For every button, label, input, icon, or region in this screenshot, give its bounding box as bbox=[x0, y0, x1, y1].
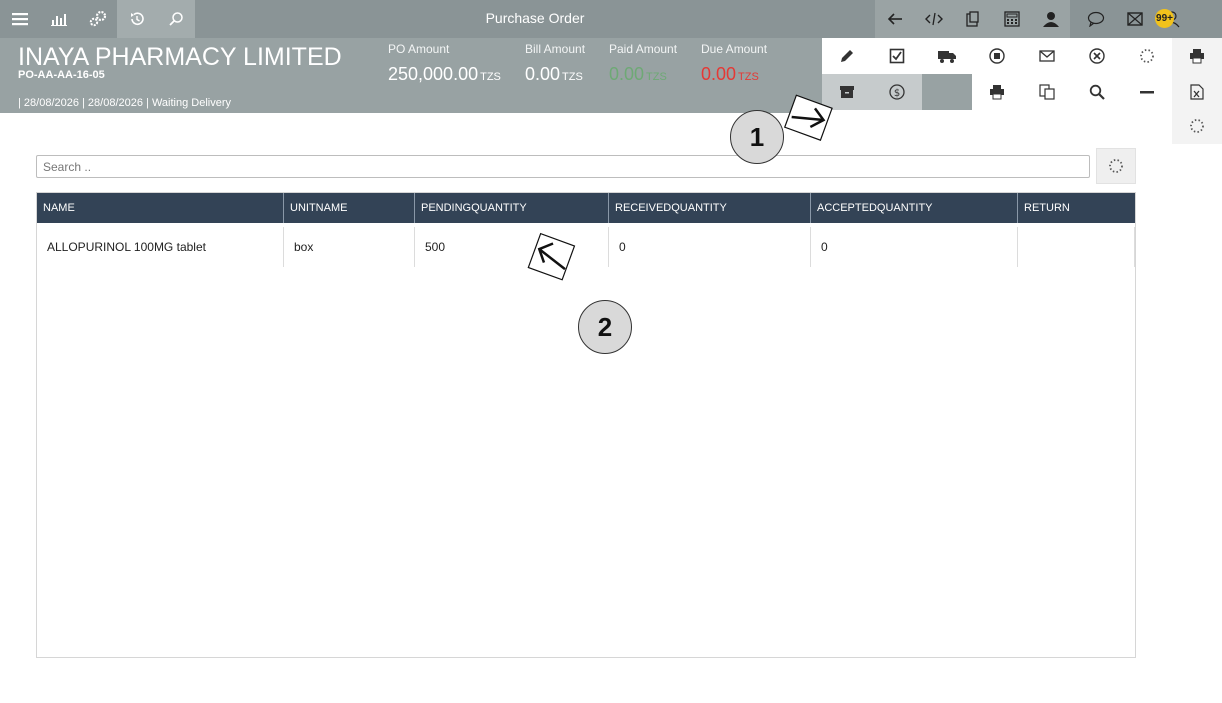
empty-action-slot bbox=[922, 74, 972, 110]
print-document-icon[interactable] bbox=[972, 74, 1022, 110]
top-toolbar: Purchase Order bbox=[0, 0, 1222, 38]
column-header-unitname[interactable]: UNITNAME bbox=[284, 193, 415, 223]
loading-spinner-icon bbox=[1109, 159, 1123, 173]
paid-amount-currency: TZS bbox=[646, 71, 667, 83]
column-header-return[interactable]: RETURN bbox=[1018, 193, 1135, 223]
due-amount-label: Due Amount bbox=[701, 42, 768, 56]
po-items-table: NAME UNITNAME PENDINGQUANTITY RECEIVEDQU… bbox=[36, 192, 1136, 658]
notification-badge[interactable]: 99+ bbox=[1155, 9, 1174, 28]
print-icon[interactable] bbox=[1172, 38, 1222, 74]
arrow-left-icon bbox=[527, 232, 576, 281]
settings-gears-icon[interactable] bbox=[78, 0, 117, 38]
bill-amount-value: 0.00 bbox=[525, 64, 561, 84]
search-icon[interactable] bbox=[156, 0, 195, 38]
po-amount: PO Amount 250,000.00 TZS bbox=[388, 42, 501, 85]
approve-checkbox-icon[interactable] bbox=[872, 38, 922, 74]
clipboard-icon[interactable] bbox=[953, 0, 992, 38]
search-bar bbox=[36, 155, 1090, 178]
page-title: Purchase Order bbox=[485, 10, 585, 26]
user-support-icon[interactable] bbox=[1031, 0, 1070, 38]
company-name: INAYA PHARMACY LIMITED bbox=[18, 43, 342, 71]
excel-export-icon[interactable] bbox=[1172, 74, 1222, 110]
stop-icon[interactable] bbox=[972, 38, 1022, 74]
cell-return[interactable] bbox=[1018, 227, 1135, 267]
table-row[interactable]: ALLOPURINOL 100MG tablet box 500 0 0 bbox=[37, 227, 1135, 267]
toolbar-right-group bbox=[875, 0, 1070, 38]
paid-amount: Paid Amount 0.00 TZS bbox=[609, 42, 677, 85]
refresh-spinner-icon[interactable] bbox=[1172, 108, 1222, 144]
history-icon[interactable] bbox=[117, 0, 156, 38]
cell-unitname: box bbox=[284, 227, 415, 267]
back-arrow-icon[interactable] bbox=[875, 0, 914, 38]
cell-name: ALLOPURINOL 100MG tablet bbox=[37, 227, 284, 267]
cell-accepted-quantity[interactable]: 0 bbox=[811, 227, 1018, 267]
po-header: INAYA PHARMACY LIMITED PO-AA-AA-16-05 | … bbox=[0, 38, 822, 113]
search-input[interactable] bbox=[36, 155, 1090, 178]
svg-text:$: $ bbox=[894, 88, 900, 99]
callout-1: 1 bbox=[730, 110, 784, 164]
chat-icon[interactable] bbox=[1076, 0, 1115, 38]
po-amount-value: 250,000.00 bbox=[388, 64, 479, 84]
minus-icon[interactable] bbox=[1122, 74, 1172, 110]
email-icon[interactable] bbox=[1022, 38, 1072, 74]
search-magnifier-icon[interactable] bbox=[1072, 74, 1122, 110]
po-meta: | 28/08/2026 | 28/08/2026 | Waiting Deli… bbox=[18, 97, 232, 109]
callout-2: 2 bbox=[578, 300, 632, 354]
delivery-truck-icon[interactable] bbox=[922, 38, 972, 74]
edit-icon[interactable] bbox=[822, 38, 872, 74]
due-amount: Due Amount 0.00 TZS bbox=[701, 42, 767, 85]
due-amount-currency: TZS bbox=[738, 71, 759, 83]
mail-icon[interactable] bbox=[1115, 0, 1154, 38]
calculator-icon[interactable] bbox=[992, 0, 1031, 38]
loading-spinner-icon[interactable] bbox=[1122, 38, 1172, 74]
cancel-circle-icon[interactable] bbox=[1072, 38, 1122, 74]
po-amount-currency: TZS bbox=[480, 71, 501, 83]
column-header-name[interactable]: NAME bbox=[37, 193, 284, 223]
bill-amount-label: Bill Amount bbox=[525, 42, 586, 56]
cell-received-quantity[interactable]: 0 bbox=[609, 227, 811, 267]
dollar-icon[interactable]: $ bbox=[872, 74, 922, 110]
cell-pending-quantity[interactable]: 500 bbox=[415, 227, 609, 267]
bar-chart-icon[interactable] bbox=[39, 0, 78, 38]
menu-icon[interactable] bbox=[0, 0, 39, 38]
column-header-receivedquantity[interactable]: RECEIVEDQUANTITY bbox=[609, 193, 811, 223]
column-header-pendingquantity[interactable]: PENDINGQUANTITY bbox=[415, 193, 609, 223]
po-amount-label: PO Amount bbox=[388, 42, 450, 56]
paid-amount-label: Paid Amount bbox=[609, 42, 678, 56]
paid-amount-value: 0.00 bbox=[609, 64, 645, 84]
table-header: NAME UNITNAME PENDINGQUANTITY RECEIVEDQU… bbox=[37, 193, 1135, 223]
refresh-button[interactable] bbox=[1096, 148, 1136, 184]
due-amount-value: 0.00 bbox=[701, 64, 737, 84]
bill-amount: Bill Amount 0.00 TZS bbox=[525, 42, 585, 85]
column-header-acceptedquantity[interactable]: ACCEPTEDQUANTITY bbox=[811, 193, 1018, 223]
copy-icon[interactable] bbox=[1022, 74, 1072, 110]
arrow-right-icon bbox=[783, 94, 833, 141]
code-icon[interactable] bbox=[914, 0, 953, 38]
bill-amount-currency: TZS bbox=[562, 71, 583, 83]
action-button-panel: $ bbox=[822, 38, 1222, 144]
po-code: PO-AA-AA-16-05 bbox=[18, 69, 105, 81]
